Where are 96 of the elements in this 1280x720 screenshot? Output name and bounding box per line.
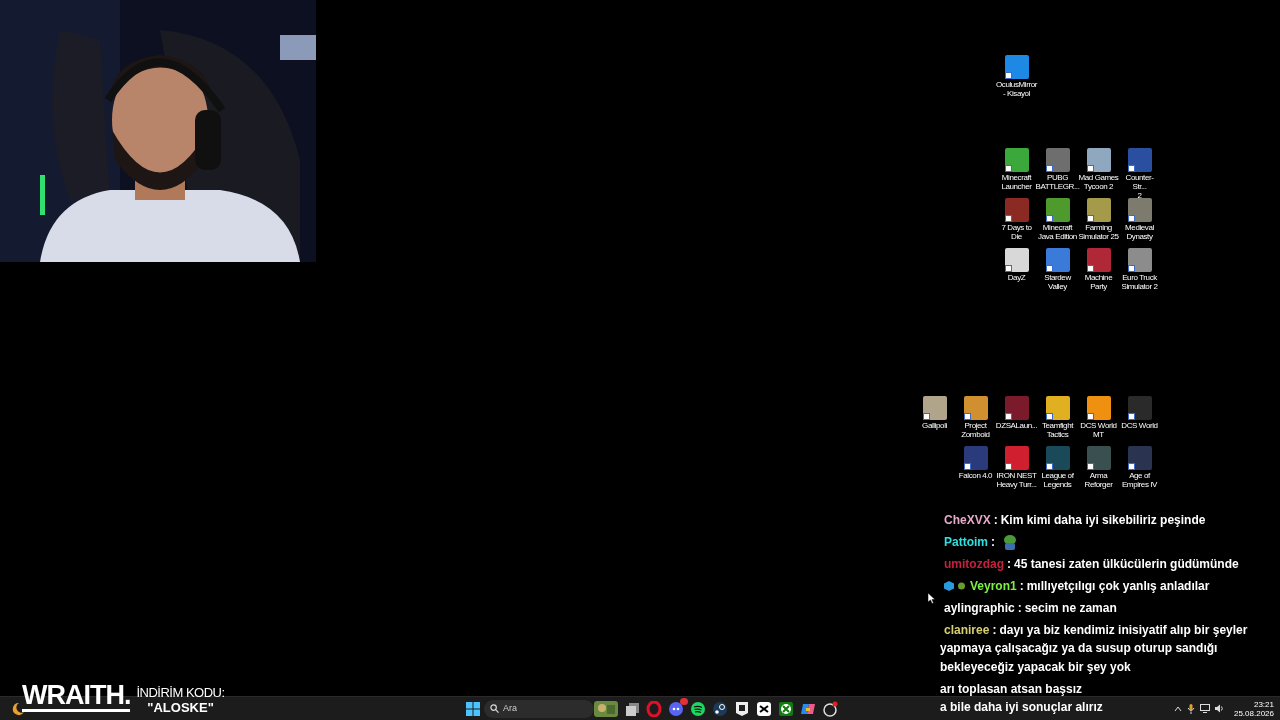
chat-text: arı toplasan atsan başsız: [940, 681, 1083, 698]
speaker-icon[interactable]: [1214, 704, 1225, 713]
app-icon[interactable]: [1004, 446, 1029, 470]
search-input[interactable]: Ara: [503, 701, 553, 716]
icon-label[interactable]: Minecraft Launcher: [1001, 173, 1032, 191]
chat-text: Kim kimi daha iyi sikebiliriz peşinde: [1000, 511, 1206, 529]
monitor-icon[interactable]: [1199, 704, 1210, 713]
app-icon[interactable]: [1004, 396, 1029, 420]
chat-username[interactable]: aylingraphic: [944, 598, 1015, 617]
app-icon[interactable]: [822, 700, 838, 717]
app-icon[interactable]: [1004, 55, 1029, 79]
app-icon[interactable]: [1045, 148, 1070, 172]
notification-badge: [680, 697, 688, 705]
leaf-badge-icon: [957, 581, 966, 590]
icon-label[interactable]: DZSALaun...: [995, 421, 1038, 430]
chat-separator: :: [1007, 555, 1011, 573]
icon-label[interactable]: Machine Party: [1084, 273, 1113, 291]
app-icon[interactable]: [1004, 198, 1029, 222]
icon-label[interactable]: Counter-Str... 2: [1119, 173, 1160, 200]
app-icon[interactable]: [963, 396, 988, 420]
search-icon: [490, 704, 499, 713]
search-field[interactable]: Ara: [484, 699, 594, 718]
brand-logo: WRAITH.: [22, 682, 131, 712]
clock[interactable]: 23:21 25.08.2026: [1233, 699, 1274, 718]
chevron-up-icon[interactable]: [1173, 704, 1182, 713]
app-icon[interactable]: [1086, 248, 1111, 272]
chat-separator: :: [1019, 577, 1024, 595]
app-icon[interactable]: [1127, 446, 1152, 470]
app-icon[interactable]: [1045, 198, 1070, 222]
icon-label[interactable]: DCS World: [1121, 421, 1158, 430]
landscape-icon[interactable]: [594, 700, 618, 717]
chat-text: a bile daha iyi sonuçlar alırız: [940, 699, 1103, 716]
app-icon[interactable]: [1004, 248, 1029, 272]
icon-label[interactable]: DayZ: [1007, 273, 1026, 282]
chat-app-icon[interactable]: [668, 700, 684, 717]
icon-label[interactable]: League of Legends: [1041, 471, 1074, 489]
chat-text: 45 tanesi zaten ülkücülerin güdümünde: [1014, 555, 1239, 573]
xbox-icon[interactable]: [778, 700, 794, 717]
chat-text: dayı ya biz kendimiz inisiyatif alıp bir şeyler: [999, 621, 1248, 639]
app-icon[interactable]: [1127, 148, 1152, 172]
app-icon[interactable]: [922, 396, 947, 420]
app-icon[interactable]: [1086, 198, 1111, 222]
icon-label[interactable]: Euro Truck Simulator 2: [1121, 273, 1158, 291]
app-icon[interactable]: [1127, 396, 1152, 420]
icon-label[interactable]: IRON NEST Heavy Turr...: [996, 471, 1037, 489]
icon-label[interactable]: Stardew Valley: [1044, 273, 1071, 291]
music-icon[interactable]: [690, 700, 706, 717]
app-icon[interactable]: [1045, 396, 1070, 420]
time-text: 23:21: [1253, 699, 1274, 709]
chat-username[interactable]: Pattoim: [944, 532, 988, 551]
chat-text: secim ne zaman: [1024, 599, 1117, 617]
chat-separator: :: [993, 511, 998, 529]
icon-label[interactable]: OculusMirror - Kisayol: [996, 80, 1037, 98]
icon-label[interactable]: Project Zomboid: [961, 421, 990, 439]
frog-emote-icon: [1002, 533, 1018, 550]
app-icon[interactable]: [1004, 148, 1029, 172]
chat-separator: :: [1017, 599, 1022, 617]
app-icon[interactable]: [1045, 446, 1070, 470]
scissors-icon[interactable]: [756, 700, 772, 717]
chat-text: mıllıyetçılıgı çok yanlış anladılar: [1026, 577, 1210, 595]
icon-label[interactable]: Falcon 4.0: [958, 471, 993, 480]
shield-icon[interactable]: [734, 700, 750, 717]
icon-label[interactable]: Medieval Dynasty: [1125, 223, 1154, 241]
chat-username[interactable]: umitozdag: [944, 554, 1004, 573]
chat-username[interactable]: CheXVX: [944, 510, 991, 529]
date-text: 25.08.2026: [1233, 708, 1274, 718]
microphone-icon[interactable]: [1186, 703, 1195, 714]
app-icon[interactable]: [1086, 446, 1111, 470]
app-icon[interactable]: [1127, 248, 1152, 272]
promo-code: "ALOSKE": [147, 700, 214, 716]
steam-icon[interactable]: [712, 700, 728, 717]
icon-label[interactable]: Age of Empires IV: [1121, 471, 1158, 489]
chat-separator: :: [991, 533, 995, 551]
icon-label[interactable]: DCS World MT: [1080, 421, 1117, 439]
app-icon[interactable]: [1086, 148, 1111, 172]
icon-label[interactable]: Teamfight Tactics: [1041, 421, 1074, 439]
icon-label[interactable]: Farming Simulator 25: [1078, 223, 1119, 241]
chat-separator: :: [992, 621, 997, 639]
icon-label[interactable]: PUBG BATTLEGR...: [1035, 173, 1080, 191]
app-icon[interactable]: [963, 446, 988, 470]
chat-username[interactable]: Veyron1: [970, 576, 1017, 595]
files-icon[interactable]: [624, 700, 640, 717]
chat-username[interactable]: claniree: [944, 620, 990, 639]
app-icon[interactable]: [1127, 198, 1152, 222]
ring-icon[interactable]: [646, 700, 662, 717]
icon-label[interactable]: Arma Reforger: [1084, 471, 1113, 489]
app-icon[interactable]: [1086, 396, 1111, 420]
start-button[interactable]: [466, 701, 480, 716]
app-icon[interactable]: [1045, 248, 1070, 272]
promo-label: İNDİRİM KODU:: [136, 686, 225, 700]
icon-label[interactable]: Minecraft Java Edition: [1038, 223, 1077, 241]
chat-text: yapmaya çalışacağız ya da susup oturup sandığı: [940, 640, 1218, 657]
chat-text: bekleyeceğiz yapacak bir şey yok: [940, 659, 1131, 676]
icon-label[interactable]: 7 Days to Die: [996, 223, 1037, 241]
cursor-icon: [928, 593, 935, 604]
icon-label[interactable]: Gallipoli: [922, 421, 947, 430]
